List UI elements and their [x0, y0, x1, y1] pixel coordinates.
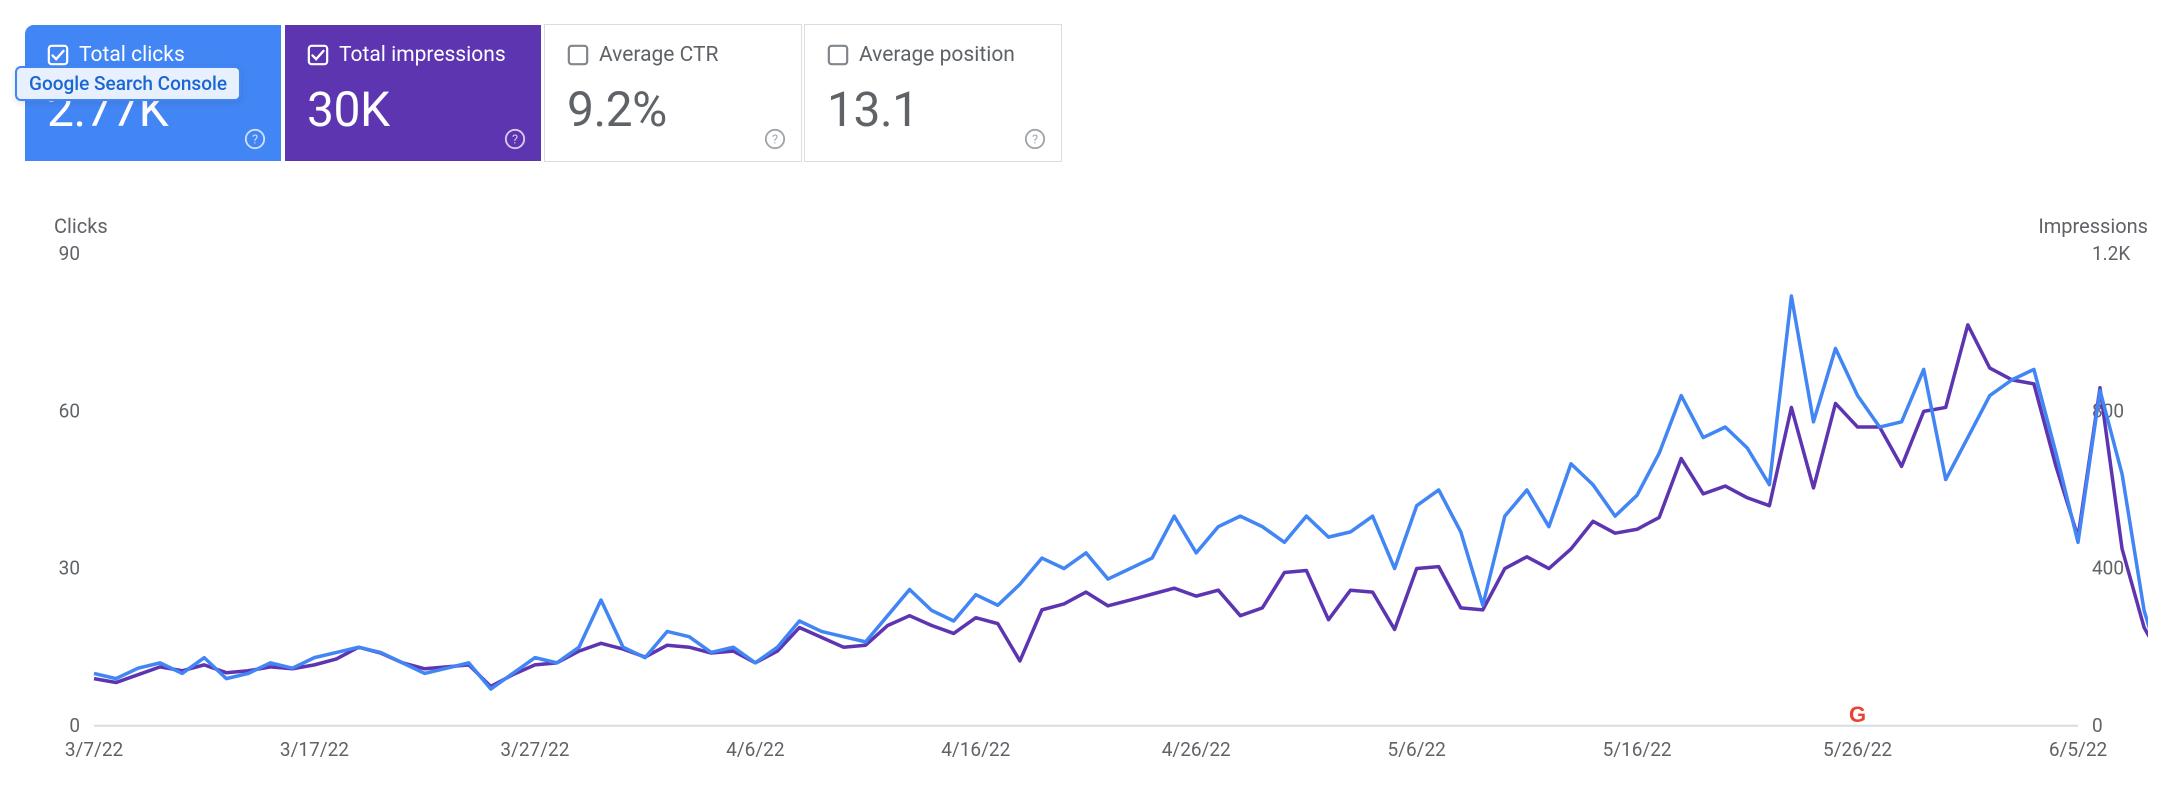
- chart-svg: 030609004008001.2K3/7/223/17/223/27/224/…: [34, 224, 2148, 786]
- checkbox-checked-icon: [47, 44, 69, 66]
- tooltip-badge: Google Search Console: [15, 66, 241, 101]
- help-icon[interactable]: ?: [763, 127, 787, 151]
- help-icon[interactable]: ?: [1023, 127, 1047, 151]
- card-average-ctr[interactable]: Average CTR 9.2% ?: [544, 24, 802, 162]
- chart: 030609004008001.2K3/7/223/17/223/27/224/…: [34, 224, 2148, 786]
- checkbox-unchecked-icon: [567, 44, 589, 66]
- svg-text:?: ?: [1032, 133, 1038, 148]
- svg-text:1.2K: 1.2K: [2092, 242, 2130, 265]
- checkbox-unchecked-icon: [827, 44, 849, 66]
- svg-text:0: 0: [2092, 714, 2103, 737]
- card-value: 9.2%: [567, 81, 779, 138]
- card-value: 30K: [307, 81, 519, 138]
- svg-text:3/27/22: 3/27/22: [500, 738, 569, 761]
- svg-text:4/6/22: 4/6/22: [726, 738, 784, 761]
- svg-text:0: 0: [69, 714, 80, 737]
- card-label: Average CTR: [599, 43, 718, 67]
- svg-text:4/16/22: 4/16/22: [941, 738, 1010, 761]
- svg-text:?: ?: [772, 133, 778, 148]
- card-average-position[interactable]: Average position 13.1 ?: [804, 24, 1062, 162]
- help-icon[interactable]: ?: [243, 127, 267, 151]
- card-label: Total clicks: [79, 43, 185, 67]
- svg-text:?: ?: [512, 133, 518, 148]
- svg-text:90: 90: [59, 242, 80, 265]
- svg-text:?: ?: [252, 133, 258, 148]
- svg-text:3/17/22: 3/17/22: [280, 738, 349, 761]
- card-label: Average position: [859, 43, 1015, 67]
- svg-text:5/6/22: 5/6/22: [1387, 738, 1445, 761]
- card-total-impressions[interactable]: Total impressions 30K ?: [284, 24, 542, 162]
- checkbox-checked-icon: [307, 44, 329, 66]
- svg-text:400: 400: [2092, 557, 2124, 580]
- svg-text:3/7/22: 3/7/22: [65, 738, 123, 761]
- svg-text:5/16/22: 5/16/22: [1603, 738, 1672, 761]
- card-value: 13.1: [827, 81, 1039, 138]
- card-label: Total impressions: [339, 43, 506, 67]
- svg-text:4/26/22: 4/26/22: [1162, 738, 1231, 761]
- svg-text:G: G: [1849, 702, 1866, 727]
- svg-text:30: 30: [59, 557, 80, 580]
- svg-text:5/26/22: 5/26/22: [1823, 738, 1892, 761]
- svg-text:60: 60: [59, 399, 80, 422]
- metric-cards: Total clicks 2.77K ? Total impressions 3…: [24, 24, 2178, 162]
- svg-text:6/5/22: 6/5/22: [2049, 738, 2107, 761]
- help-icon[interactable]: ?: [503, 127, 527, 151]
